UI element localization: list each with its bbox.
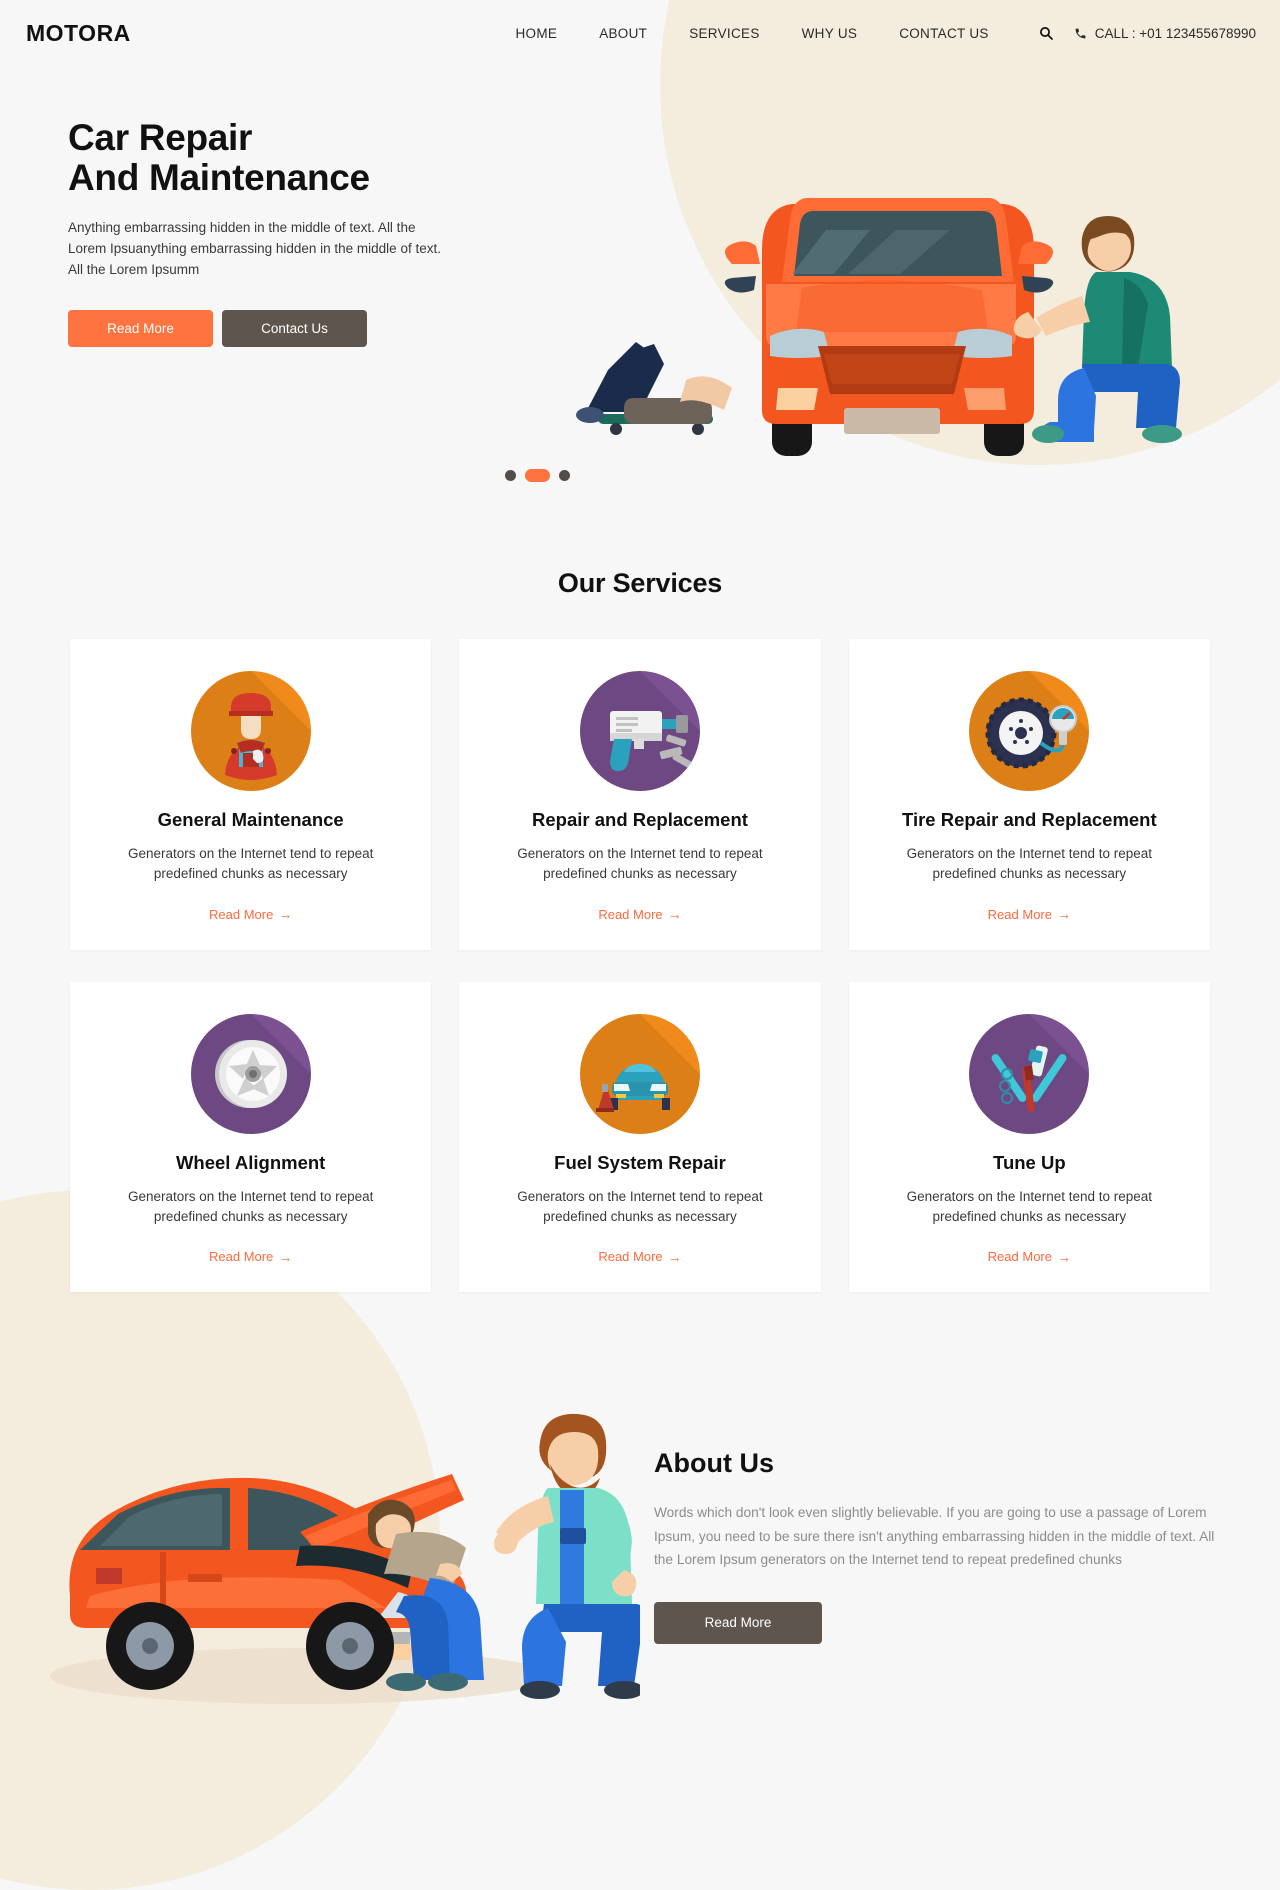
carousel-dot-2-active[interactable] [525, 469, 550, 482]
hero-read-more-button[interactable]: Read More [68, 309, 213, 347]
read-more-label: Read More [598, 906, 663, 922]
arrow-right-icon: → [667, 1248, 682, 1265]
call-info[interactable]: CALL : +01 123455678990 [1074, 26, 1256, 41]
service-read-more-link[interactable]: Read More → [209, 1249, 292, 1264]
read-more-label: Read More [987, 906, 1052, 922]
service-card[interactable]: Fuel System Repair Generators on the Int… [459, 981, 821, 1292]
arrow-right-icon: → [667, 906, 682, 922]
arrow-right-icon: → [1056, 906, 1071, 922]
arrow-right-icon: → [278, 906, 293, 922]
about-read-more-button[interactable]: Read More [654, 1601, 822, 1644]
mechanic-icon [190, 671, 311, 791]
service-card-title: Fuel System Repair [554, 1151, 726, 1173]
about-paragraph: Words which don't look even slightly bel… [654, 1505, 1215, 1568]
crossed-tools-icon [969, 1013, 1090, 1134]
service-card[interactable]: General Maintenance Generators on the In… [70, 639, 432, 950]
service-read-more-link[interactable]: Read More → [988, 907, 1071, 922]
car-on-jack-icon [579, 1013, 700, 1134]
about-section: About Us Words which don't look even sli… [0, 1346, 1280, 1746]
hero-title-line2: And Maintenance [68, 156, 370, 198]
phone-icon [1075, 28, 1086, 38]
logo[interactable]: MOTORA [26, 20, 131, 47]
hero-paragraph: Anything embarrassing hidden in the midd… [68, 219, 441, 277]
hero-button-row: Read More Contact Us [68, 309, 1280, 347]
mechanic-standing [494, 1413, 640, 1699]
nav-item-why-us[interactable]: WHY US [781, 26, 879, 41]
service-card-text: Generators on the Internet tend to repea… [517, 846, 763, 882]
arrow-right-icon: → [278, 1248, 293, 1265]
search-icon[interactable] [1032, 19, 1060, 47]
header-actions: CALL : +01 123455678990 [1032, 19, 1256, 47]
mechanic-lying [576, 342, 732, 435]
services-section: Our Services General Maintenance Generat… [0, 516, 1280, 1292]
impact-wrench-icon [579, 671, 700, 791]
services-grid: General Maintenance Generators on the In… [70, 639, 1210, 1292]
service-card[interactable]: Tire Repair and Replacement Generators o… [848, 639, 1210, 950]
about-illustration [50, 1413, 640, 1704]
service-card-text: Generators on the Internet tend to repea… [127, 1188, 374, 1224]
hero-section: Car Repair And Maintenance Anything emba… [0, 66, 1280, 516]
about-text-block: About Us Words which don't look even sli… [640, 1448, 1220, 1644]
read-more-label: Read More [209, 906, 274, 922]
service-card-text: Generators on the Internet tend to repea… [906, 1188, 1153, 1224]
service-read-more-link[interactable]: Read More → [988, 1249, 1071, 1264]
nav-item-about[interactable]: ABOUT [578, 26, 668, 41]
carousel-dot-1[interactable] [505, 470, 516, 481]
nav-item-contact-us[interactable]: CONTACT US [878, 26, 1010, 41]
service-card-text: Generators on the Internet tend to repea… [906, 846, 1153, 882]
service-read-more-link[interactable]: Read More → [598, 907, 681, 922]
service-card-text: Generators on the Internet tend to repea… [127, 846, 374, 882]
arrow-right-icon: → [1056, 1248, 1071, 1265]
services-title: Our Services [557, 568, 723, 598]
hero-title-line1: Car Repair [68, 117, 253, 158]
service-read-more-link[interactable]: Read More → [598, 1249, 681, 1264]
nav-item-home[interactable]: HOME [515, 26, 578, 41]
nav-item-services[interactable]: SERVICES [668, 26, 780, 41]
service-card-title: Tune Up [993, 1151, 1066, 1173]
read-more-label: Read More [209, 1249, 274, 1264]
service-card-title: Wheel Alignment [175, 1151, 326, 1173]
service-card[interactable]: Wheel Alignment Generators on the Intern… [70, 981, 432, 1292]
service-card-title: Tire Repair and Replacement [902, 809, 1157, 830]
hero-title: Car Repair And Maintenance [68, 118, 1280, 198]
carousel-dot-3[interactable] [559, 470, 570, 481]
service-card-text: Generators on the Internet tend to repea… [517, 1188, 763, 1224]
tire-gauge-icon [969, 671, 1090, 791]
read-more-label: Read More [987, 1249, 1052, 1264]
service-read-more-link[interactable]: Read More → [209, 907, 292, 922]
service-card[interactable]: Tune Up Generators on the Internet tend … [848, 981, 1210, 1292]
service-card-title: Repair and Replacement [532, 809, 748, 830]
read-more-label: Read More [598, 1249, 663, 1264]
site-header: MOTORA HOME ABOUT SERVICES WHY US CONTAC… [0, 0, 1280, 66]
about-title: About Us [654, 1448, 774, 1479]
wheel-rim-icon [190, 1013, 311, 1134]
call-text: CALL : +01 123455678990 [1094, 25, 1256, 41]
hero-carousel-dots [505, 469, 570, 482]
service-card[interactable]: Repair and Replacement Generators on the… [459, 639, 821, 950]
hero-contact-us-button[interactable]: Contact Us [222, 309, 367, 347]
main-navigation: HOME ABOUT SERVICES WHY US CONTACT US CA… [515, 19, 1256, 47]
service-card-title: General Maintenance [157, 809, 344, 830]
